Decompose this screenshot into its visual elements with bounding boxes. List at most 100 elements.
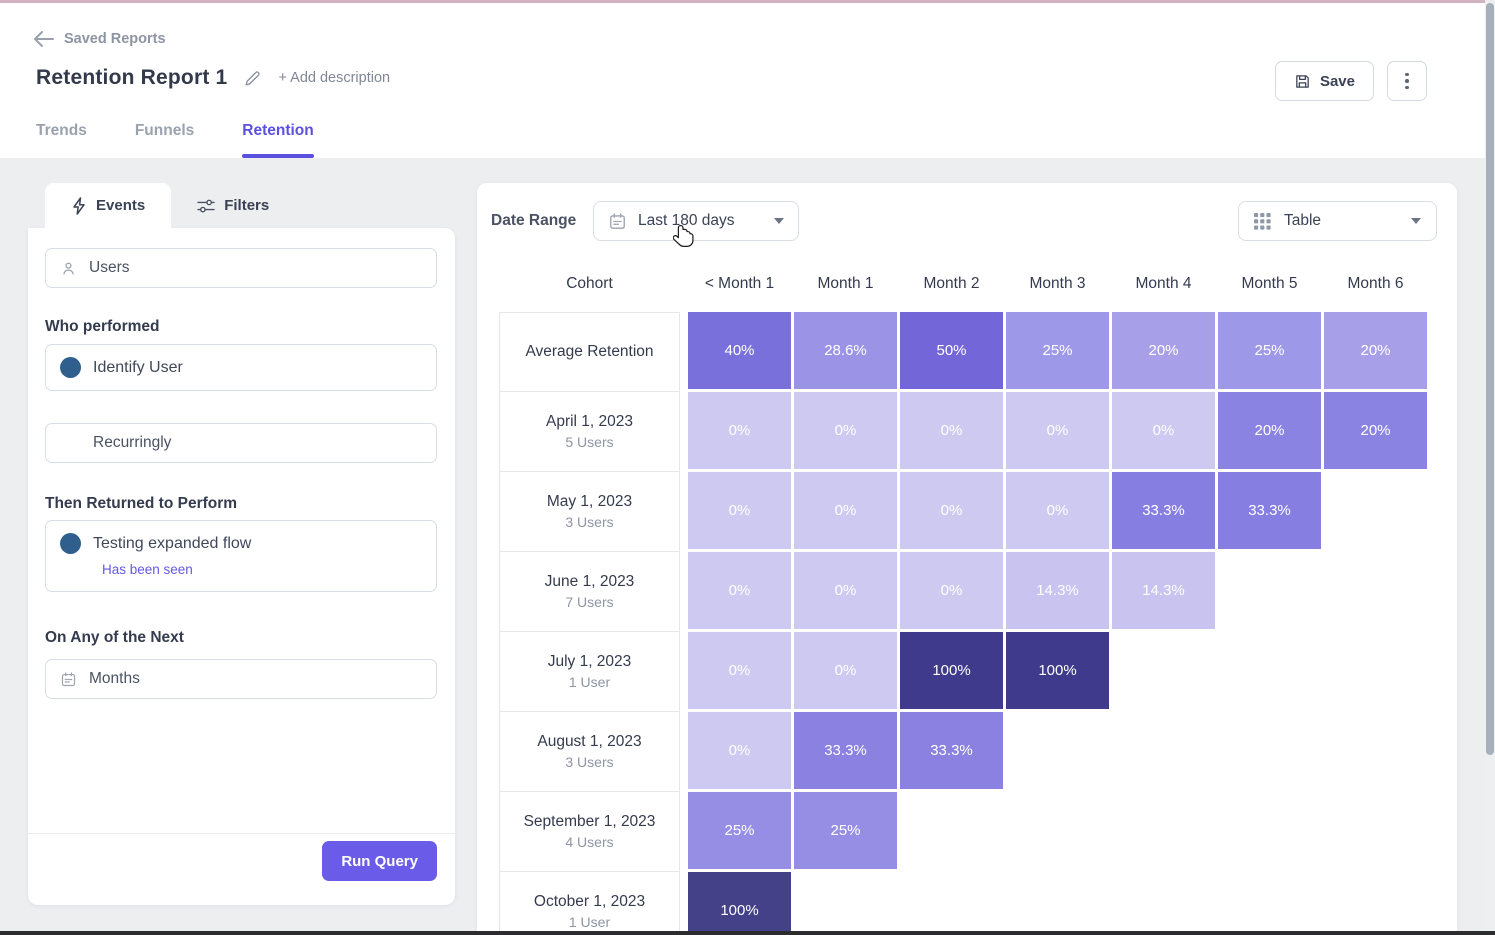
retention-value-cell[interactable]: 20% bbox=[1112, 312, 1215, 389]
retention-value-cell[interactable]: 50% bbox=[900, 312, 1003, 389]
retention-value-cell[interactable]: 0% bbox=[794, 552, 897, 629]
lightning-bolt-icon bbox=[71, 197, 87, 215]
cohort-label: May 1, 2023 bbox=[547, 493, 632, 511]
header-actions: Save bbox=[1275, 61, 1427, 101]
retention-value-cell[interactable]: 33.3% bbox=[900, 712, 1003, 789]
table-row: Average Retention40%28.6%50%25%20%25%20% bbox=[499, 312, 1430, 392]
add-description-button[interactable]: + Add description bbox=[278, 70, 390, 86]
save-button[interactable]: Save bbox=[1275, 61, 1374, 101]
retention-value-cell[interactable]: 25% bbox=[688, 792, 791, 869]
table-row: October 1, 20231 User100% bbox=[499, 872, 1430, 935]
retention-value-cell[interactable]: 33.3% bbox=[1112, 472, 1215, 549]
cohort-label: October 1, 2023 bbox=[534, 893, 645, 911]
recurringly-selector[interactable]: Recurringly bbox=[45, 423, 437, 463]
query-builder-panel: Users Who performed Identify User Recurr… bbox=[28, 228, 455, 905]
tab-filters[interactable]: Filters bbox=[171, 183, 295, 228]
run-query-button[interactable]: Run Query bbox=[322, 841, 437, 881]
column-header: Month 2 bbox=[900, 271, 1003, 305]
return-event-selector[interactable]: Testing expanded flow Has been seen bbox=[45, 520, 437, 592]
tab-events[interactable]: Events bbox=[45, 183, 171, 228]
retention-value-cell[interactable]: 14.3% bbox=[1112, 552, 1215, 629]
back-to-saved-reports[interactable]: Saved Reports bbox=[34, 31, 166, 47]
column-header: Month 1 bbox=[794, 271, 897, 305]
arrow-left-icon bbox=[34, 31, 54, 47]
column-header: Month 6 bbox=[1324, 271, 1427, 305]
users-selector[interactable]: Users bbox=[45, 248, 437, 288]
retention-value-cell[interactable]: 0% bbox=[688, 632, 791, 709]
table-row: July 1, 20231 User0%0%100%100% bbox=[499, 632, 1430, 712]
performed-event-selector[interactable]: Identify User bbox=[45, 344, 437, 391]
retention-value-cell[interactable]: 14.3% bbox=[1006, 552, 1109, 629]
cohort-cell: May 1, 20233 Users bbox=[499, 472, 680, 552]
mouse-cursor-hand-icon bbox=[673, 224, 696, 255]
view-type-dropdown[interactable]: Table bbox=[1238, 201, 1437, 241]
return-event-filter-link[interactable]: Has been seen bbox=[102, 562, 422, 577]
cohort-cell: August 1, 20233 Users bbox=[499, 712, 680, 792]
who-performed-label: Who performed bbox=[45, 318, 160, 336]
title-row: Retention Report 1 + Add description bbox=[36, 66, 390, 90]
save-icon bbox=[1294, 73, 1311, 90]
cohort-user-count: 5 Users bbox=[565, 434, 613, 450]
retention-value-cell[interactable]: 0% bbox=[794, 632, 897, 709]
retention-value-cell[interactable]: 0% bbox=[900, 392, 1003, 469]
retention-value-cell[interactable]: 20% bbox=[1324, 392, 1427, 469]
then-returned-label: Then Returned to Perform bbox=[45, 495, 237, 513]
retention-value-cell[interactable]: 0% bbox=[794, 472, 897, 549]
bottom-edge-bar bbox=[0, 931, 1495, 935]
tab-retention[interactable]: Retention bbox=[242, 122, 313, 158]
retention-value-cell[interactable]: 25% bbox=[1218, 312, 1321, 389]
scrollbar-thumb[interactable] bbox=[1486, 3, 1494, 755]
retention-value-cell[interactable]: 25% bbox=[1006, 312, 1109, 389]
retention-value-cell[interactable]: 0% bbox=[1006, 392, 1109, 469]
retention-value-cell[interactable]: 100% bbox=[688, 872, 791, 935]
retention-value-cell[interactable]: 25% bbox=[794, 792, 897, 869]
table-row: August 1, 20233 Users0%33.3%33.3% bbox=[499, 712, 1430, 792]
kebab-icon bbox=[1405, 73, 1409, 77]
cohort-cell: July 1, 20231 User bbox=[499, 632, 680, 712]
retention-value-cell[interactable]: 20% bbox=[1324, 312, 1427, 389]
builder-tabs: Events Filters bbox=[45, 183, 295, 228]
retention-value-cell[interactable]: 0% bbox=[900, 552, 1003, 629]
chevron-down-icon bbox=[774, 218, 784, 224]
retention-table: Cohort< Month 1Month 1Month 2Month 3Mont… bbox=[499, 271, 1430, 935]
retention-value-cell[interactable]: 0% bbox=[1112, 392, 1215, 469]
retention-value-cell[interactable]: 100% bbox=[1006, 632, 1109, 709]
retention-value-cell[interactable]: 40% bbox=[688, 312, 791, 389]
save-label: Save bbox=[1320, 73, 1355, 90]
retention-value-cell[interactable]: 0% bbox=[900, 472, 1003, 549]
retention-value-cell[interactable]: 33.3% bbox=[1218, 472, 1321, 549]
retention-value-cell[interactable]: 0% bbox=[688, 552, 791, 629]
retention-value-cell[interactable]: 33.3% bbox=[794, 712, 897, 789]
cohort-label: April 1, 2023 bbox=[546, 413, 633, 431]
retention-value-cell[interactable]: 0% bbox=[1006, 472, 1109, 549]
column-header: Month 3 bbox=[1006, 271, 1109, 305]
cohort-user-count: 1 User bbox=[569, 674, 610, 690]
retention-value-cell[interactable]: 28.6% bbox=[794, 312, 897, 389]
retention-value-cell[interactable]: 100% bbox=[900, 632, 1003, 709]
table-row: April 1, 20235 Users0%0%0%0%0%20%20% bbox=[499, 392, 1430, 472]
return-event-label: Testing expanded flow bbox=[93, 535, 251, 553]
retention-value-cell[interactable]: 0% bbox=[688, 712, 791, 789]
event-color-dot bbox=[60, 533, 81, 554]
tab-events-label: Events bbox=[96, 197, 145, 214]
cohort-label: September 1, 2023 bbox=[524, 813, 656, 831]
users-selector-label: Users bbox=[89, 259, 129, 277]
date-range-dropdown[interactable]: Last 180 days bbox=[593, 201, 799, 241]
edit-title-icon[interactable] bbox=[243, 69, 262, 88]
retention-value-cell[interactable]: 0% bbox=[794, 392, 897, 469]
sliders-icon bbox=[197, 198, 215, 214]
retention-value-cell[interactable]: 20% bbox=[1218, 392, 1321, 469]
app-header: Saved Reports Retention Report 1 + Add d… bbox=[0, 3, 1485, 158]
cohort-cell: September 1, 20234 Users bbox=[499, 792, 680, 872]
vertical-scrollbar[interactable] bbox=[1485, 0, 1495, 935]
retention-table-body: Average Retention40%28.6%50%25%20%25%20%… bbox=[499, 312, 1430, 935]
months-selector[interactable]: Months bbox=[45, 659, 437, 699]
more-options-button[interactable] bbox=[1387, 61, 1427, 101]
chevron-down-icon bbox=[1411, 218, 1421, 224]
cohort-cell: October 1, 20231 User bbox=[499, 872, 680, 935]
retention-value-cell[interactable]: 0% bbox=[688, 392, 791, 469]
retention-value-cell[interactable]: 0% bbox=[688, 472, 791, 549]
cohort-cell: Average Retention bbox=[499, 312, 680, 392]
tab-funnels[interactable]: Funnels bbox=[135, 122, 194, 158]
tab-trends[interactable]: Trends bbox=[36, 122, 87, 158]
